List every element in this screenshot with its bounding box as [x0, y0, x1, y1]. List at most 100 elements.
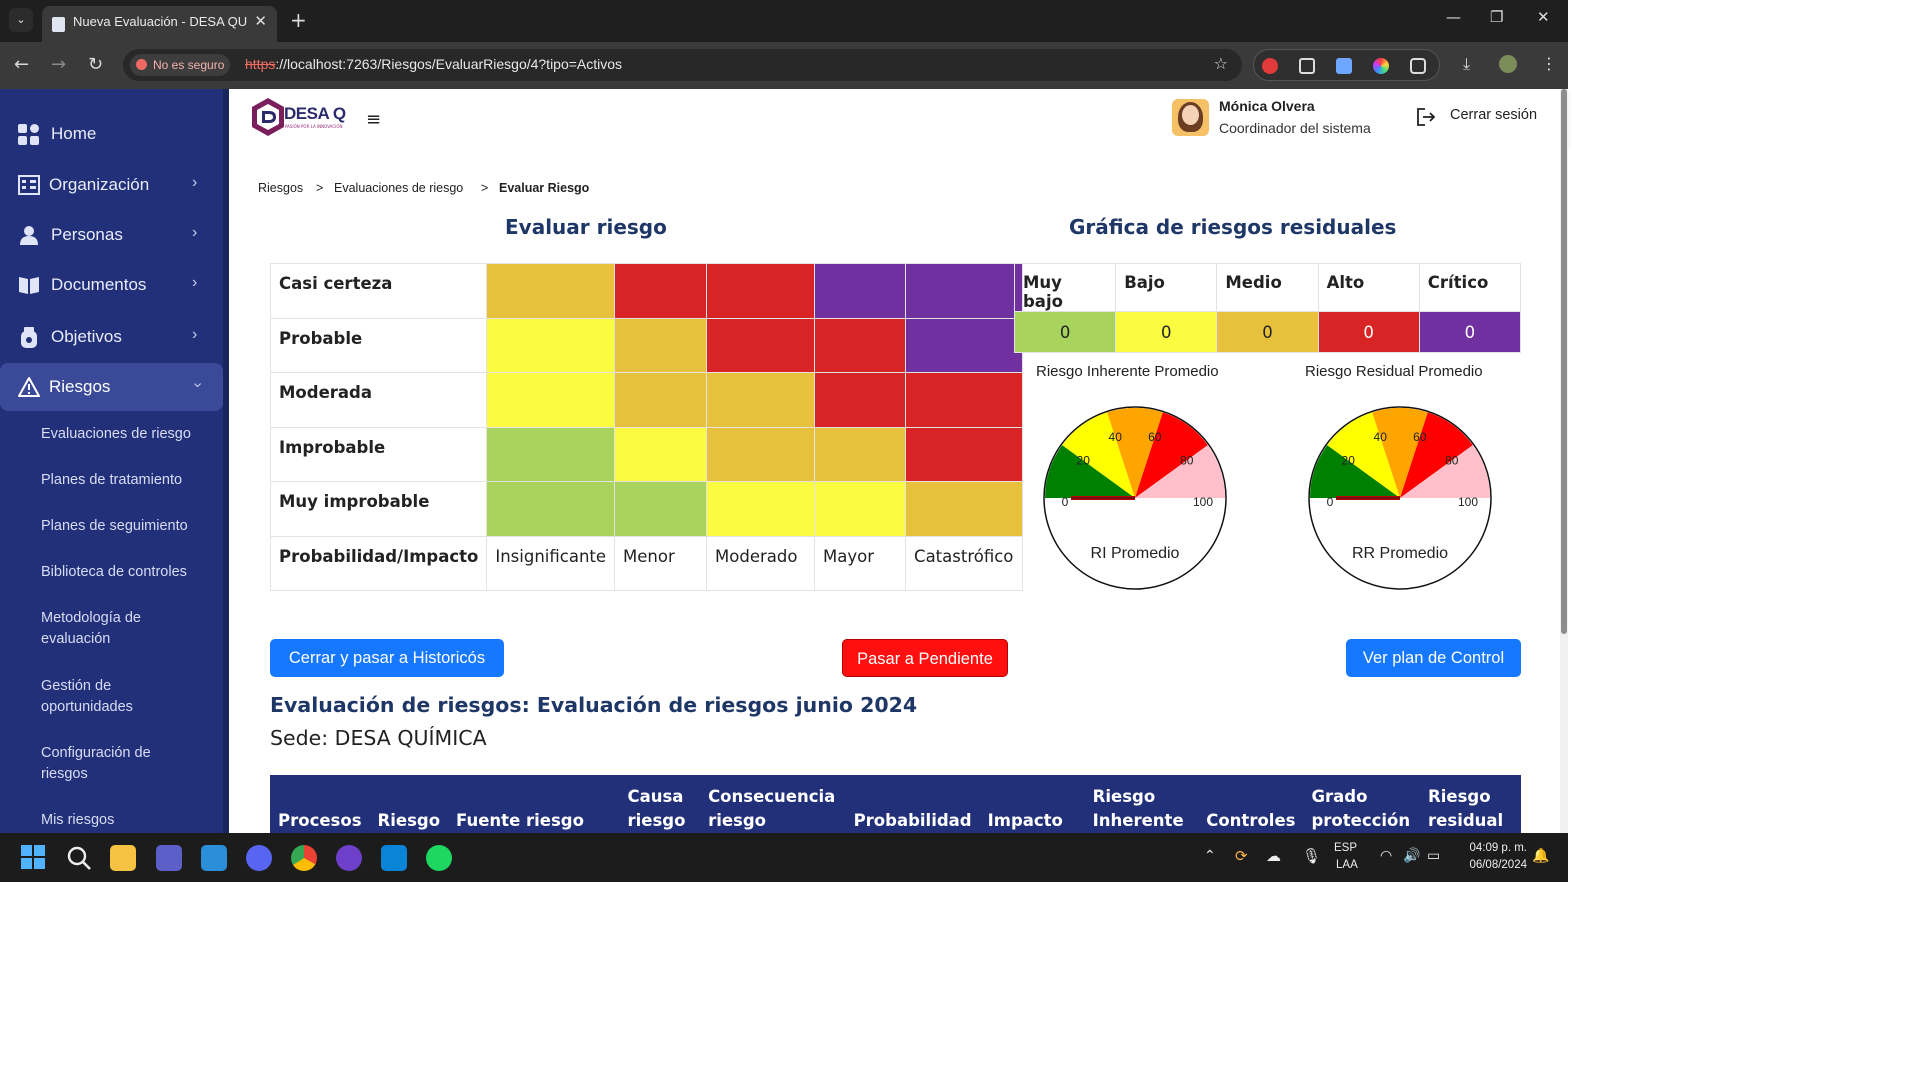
sidebar-subitem-mis-riesgos[interactable]: Mis riesgos [41, 810, 216, 831]
browser-tab[interactable]: Nueva Evaluación - DESA QUÍMICA ✕ [42, 6, 277, 42]
column-header[interactable]: Probabilidad [846, 775, 980, 833]
restore-icon[interactable]: ❐ [1490, 8, 1503, 26]
sidebar-item-riesgos[interactable]: Riesgos › [0, 363, 223, 411]
forward-icon[interactable]: → [51, 54, 66, 75]
address-bar[interactable]: No es seguro https://localhost:7263/Ries… [123, 49, 1242, 81]
sidebar-subitem-configuracion[interactable]: Configuración de riesgos [41, 743, 171, 785]
security-indicator[interactable]: No es seguro [130, 54, 231, 76]
breadcrumb-riesgos[interactable]: Riesgos [258, 181, 303, 195]
matrix-cell-bajo[interactable] [486, 317, 616, 373]
github-icon[interactable] [336, 845, 362, 871]
discord-icon[interactable] [246, 845, 272, 871]
matrix-cell-critico[interactable] [814, 263, 907, 319]
hamburger-menu-icon[interactable]: ≡ [366, 109, 381, 130]
docs-extension-icon[interactable] [1336, 58, 1352, 74]
matrix-cell-medio[interactable] [706, 426, 816, 482]
matrix-cell-medio[interactable] [706, 372, 816, 428]
volume-icon[interactable]: 🔊 [1403, 847, 1420, 864]
matrix-cell-critico[interactable] [905, 263, 1024, 319]
tab-search-icon[interactable]: ⌄ [9, 8, 33, 32]
column-header[interactable]: Riesgo residual [1420, 775, 1521, 833]
sidebar-subitem-biblioteca[interactable]: Biblioteca de controles [41, 562, 216, 583]
input-language[interactable]: ESP [1334, 842, 1357, 854]
sidebar-item-home[interactable]: Home [0, 110, 223, 158]
sidebar-subitem-evaluaciones[interactable]: Evaluaciones de riesgo [41, 424, 216, 445]
column-header[interactable]: Controles [1198, 775, 1303, 833]
matrix-cell-alto[interactable] [814, 372, 907, 428]
matrix-cell-bajo[interactable] [614, 426, 708, 482]
sidebar-item-documentos[interactable]: Documentos › [0, 261, 223, 309]
minimize-icon[interactable]: — [1446, 8, 1461, 26]
sidebar-item-objetivos[interactable]: Objetivos › [0, 313, 223, 361]
reload-icon[interactable]: ↻ [88, 54, 103, 75]
spotify-icon[interactable] [426, 845, 452, 871]
new-tab-icon[interactable]: + [290, 8, 307, 32]
set-pending-button[interactable]: Pasar a Pendiente [842, 639, 1008, 677]
column-header[interactable]: Impacto [980, 775, 1085, 833]
logout-button[interactable]: Cerrar sesión [1450, 107, 1537, 123]
close-to-historic-button[interactable]: Cerrar y pasar a Historicós [270, 639, 504, 677]
matrix-cell-bajo[interactable] [706, 481, 816, 537]
notification-bell-icon[interactable]: 🔔 [1532, 847, 1549, 864]
sidebar-subitem-planes-seguimiento[interactable]: Planes de seguimiento [41, 516, 216, 537]
column-header[interactable]: Fuente riesgo [448, 775, 619, 833]
company-logo[interactable]: DESA Q PASIÓN POR LA INNOVACIÓN [250, 97, 354, 139]
breadcrumb-evaluaciones[interactable]: Evaluaciones de riesgo [334, 181, 463, 195]
matrix-cell-bajo[interactable] [486, 372, 616, 428]
adblock-icon[interactable] [1262, 58, 1278, 74]
color-extension-icon[interactable] [1373, 58, 1389, 74]
view-control-plan-button[interactable]: Ver plan de Control [1346, 639, 1521, 677]
column-header[interactable]: Procesos [270, 775, 370, 833]
wifi-icon[interactable]: ◠ [1380, 847, 1392, 864]
window-extension-icon[interactable] [1299, 58, 1315, 74]
close-tab-icon[interactable]: ✕ [254, 12, 267, 30]
back-icon[interactable]: ← [14, 54, 29, 75]
matrix-cell-muybajo[interactable] [614, 481, 708, 537]
search-icon[interactable] [66, 845, 92, 871]
page-scrollbar-thumb[interactable] [1561, 89, 1567, 634]
file-explorer-icon[interactable] [110, 845, 136, 871]
logout-icon[interactable] [1416, 107, 1436, 127]
matrix-cell-muybajo[interactable] [486, 426, 616, 482]
keyboard-layout[interactable]: LAA [1336, 859, 1358, 871]
matrix-cell-alto[interactable] [905, 426, 1024, 482]
sidebar-item-organizacion[interactable]: Organización › [0, 161, 223, 209]
matrix-cell-alto[interactable] [905, 372, 1024, 428]
bookmark-star-icon[interactable]: ☆ [1214, 54, 1228, 73]
microphone-icon[interactable]: 🎙 [1302, 847, 1321, 865]
matrix-cell-medio[interactable] [614, 317, 708, 373]
close-window-icon[interactable]: ✕ [1537, 8, 1550, 26]
column-header[interactable]: Riesgo Inherente [1085, 775, 1199, 833]
matrix-cell-muybajo[interactable] [486, 481, 616, 537]
puzzle-extensions-icon[interactable] [1410, 58, 1426, 74]
clock-date[interactable]: 06/08/2024 [1459, 859, 1527, 871]
column-header[interactable]: Causa riesgo [619, 775, 700, 833]
teams-icon[interactable] [156, 845, 182, 871]
matrix-cell-medio[interactable] [905, 481, 1024, 537]
download-icon[interactable]: ⤓ [1463, 54, 1470, 74]
avatar[interactable] [1172, 99, 1209, 136]
page-scrollbar[interactable] [1560, 89, 1568, 833]
sidebar-item-personas[interactable]: Personas › [0, 211, 223, 259]
matrix-cell-alto[interactable] [814, 317, 907, 373]
store-icon[interactable] [381, 845, 407, 871]
clock-time[interactable]: 04:09 p. m. [1461, 842, 1527, 854]
sidebar-subitem-planes-tratamiento[interactable]: Planes de tratamiento [41, 470, 216, 491]
matrix-cell-critico[interactable] [905, 317, 1024, 373]
matrix-cell-bajo[interactable] [814, 481, 907, 537]
vscode-icon[interactable] [201, 845, 227, 871]
chrome-icon[interactable] [291, 845, 317, 871]
profile-avatar-icon[interactable] [1499, 55, 1517, 73]
matrix-cell-medio[interactable] [814, 426, 907, 482]
column-header[interactable]: Grado protección [1303, 775, 1420, 833]
sidebar-subitem-oportunidades[interactable]: Gestión de oportunidades [41, 676, 161, 718]
menu-dots-icon[interactable]: ⋮ [1541, 54, 1557, 73]
column-header[interactable]: Consecuencia riesgo [700, 775, 846, 833]
matrix-cell-alto[interactable] [614, 263, 708, 319]
matrix-cell-medio[interactable] [486, 263, 616, 319]
sidebar-subitem-metodologia[interactable]: Metodología de evaluación [41, 608, 161, 650]
url-text[interactable]: https://localhost:7263/Riesgos/EvaluarRi… [245, 56, 622, 72]
matrix-cell-medio[interactable] [614, 372, 708, 428]
windows-start-icon[interactable] [21, 845, 47, 871]
column-header[interactable]: Riesgo [370, 775, 449, 833]
